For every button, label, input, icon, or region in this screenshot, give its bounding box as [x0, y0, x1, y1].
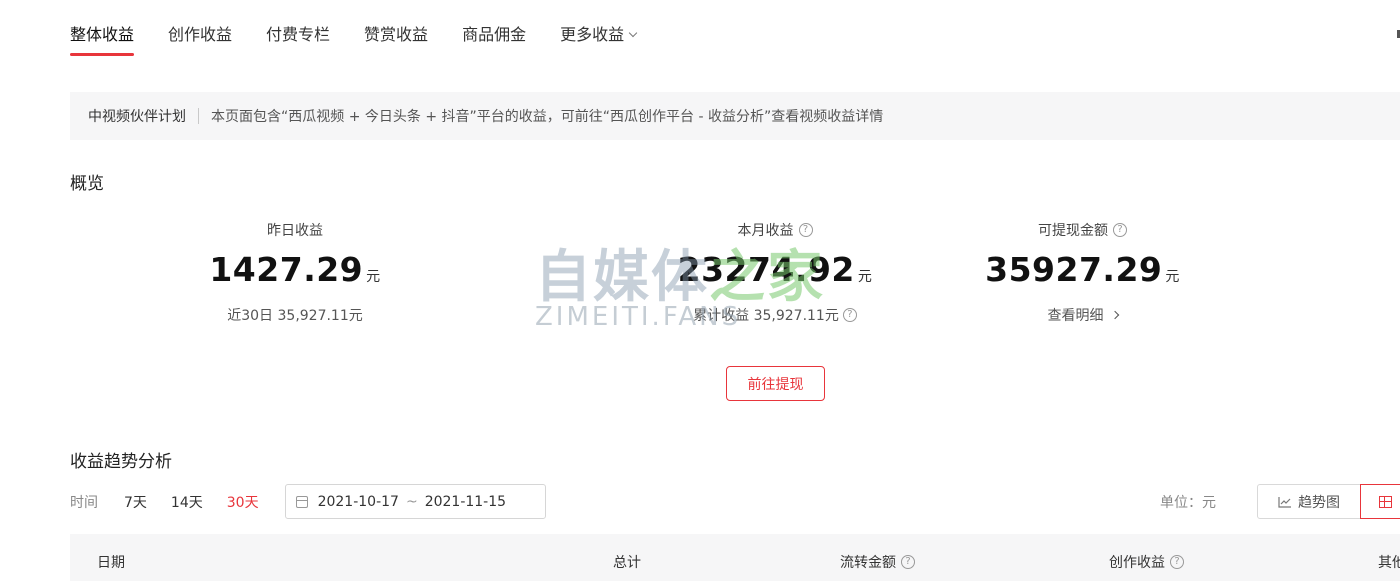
stat-yesterday-number: 1427.29: [209, 250, 364, 289]
column-transfer-label: 流转金额: [840, 555, 896, 571]
tab-creation-income[interactable]: 创作收益: [168, 18, 232, 58]
tab-paid-column[interactable]: 付费专栏: [266, 18, 330, 58]
column-other-label: 其他: [1378, 555, 1400, 571]
stat-withdrawable-number: 35927.29: [985, 250, 1163, 289]
notice-bar: 中视频伙伴计划 本页面包含“西瓜视频 + 今日头条 + 抖音”平台的收益，可前往…: [70, 92, 1400, 140]
help-icon[interactable]: ?: [901, 555, 915, 569]
range-7-days[interactable]: 7天: [124, 492, 147, 512]
trend-chart-label: 趋势图: [1298, 494, 1340, 511]
help-icon[interactable]: ?: [798, 223, 813, 237]
withdraw-button[interactable]: 前往提现: [726, 366, 825, 401]
stat-month-number: 23274.92: [677, 250, 855, 289]
chevron-right-icon: [1110, 310, 1119, 320]
stat-yesterday-value: 1427.29 元: [200, 250, 390, 297]
stat-withdrawable-label-text: 可提现金额: [1038, 223, 1108, 239]
column-total-label: 总计: [613, 555, 641, 571]
tab-product-commission[interactable]: 商品佣金: [462, 18, 526, 58]
time-filter: 时间 7天 14天 30天 2021-10-17 ~ 2021-11-15: [70, 484, 546, 519]
view-details-label: 查看明细: [1047, 308, 1104, 324]
stat-month-label-text: 本月收益: [737, 223, 794, 239]
column-total: 总计: [613, 552, 641, 572]
stat-yesterday-label-text: 昨日收益: [267, 223, 323, 239]
overview-title: 概览: [70, 174, 104, 194]
table-view-button[interactable]: [1360, 484, 1400, 519]
help-icon[interactable]: ?: [842, 308, 857, 322]
date-start: 2021-10-17: [317, 493, 399, 510]
date-separator: ~: [405, 493, 418, 510]
range-30-days[interactable]: 30天: [227, 492, 259, 512]
column-date: 日期: [97, 552, 125, 572]
range-14-days[interactable]: 14天: [171, 492, 203, 512]
stat-withdrawable-label: 可提现金额?: [975, 220, 1190, 240]
stat-month-unit: 元: [857, 269, 873, 285]
trend-title: 收益趋势分析: [70, 452, 172, 472]
income-tabs: 整体收益 创作收益 付费专栏 赞赏收益 商品佣金 更多收益: [70, 18, 670, 60]
notice-divider: [198, 108, 199, 124]
help-icon[interactable]: ?: [1113, 223, 1127, 237]
date-end: 2021-11-15: [424, 493, 507, 510]
income-table-header: 日期 总计 流转金额? 创作收益? 其他: [70, 534, 1400, 581]
time-label: 时间: [70, 494, 98, 511]
notice-text: 本页面包含“西瓜视频 + 今日头条 + 抖音”平台的收益，可前往“西瓜创作平台 …: [211, 109, 884, 125]
column-transfer-amount: 流转金额?: [840, 552, 915, 572]
stat-withdrawable-unit: 元: [1165, 269, 1180, 285]
tab-more-income-label: 更多收益: [560, 25, 625, 44]
tab-tips-income[interactable]: 赞赏收益: [364, 18, 428, 58]
table-icon: [1378, 495, 1392, 508]
chevron-down-icon: [628, 28, 638, 38]
stat-month-label: 本月收益?: [665, 220, 885, 240]
stat-yesterday-label: 昨日收益: [200, 220, 390, 240]
stat-month-value: 23274.92 元: [665, 250, 885, 297]
tab-more-income[interactable]: 更多收益: [560, 18, 638, 58]
column-other: 其他: [1378, 552, 1400, 572]
column-creation-label: 创作收益: [1109, 555, 1165, 571]
column-date-label: 日期: [97, 555, 125, 571]
stat-yesterday: 昨日收益 1427.29 元 近30日 35,927.11元: [200, 220, 390, 325]
trend-chart-icon: [1278, 496, 1291, 508]
stat-month: 本月收益? 23274.92 元 累计收益 35,927.11元?: [665, 220, 885, 325]
stat-yesterday-sub: 近30日 35,927.11元: [227, 308, 363, 324]
date-range-picker[interactable]: 2021-10-17 ~ 2021-11-15: [284, 484, 546, 519]
tab-overall-income[interactable]: 整体收益: [70, 18, 135, 58]
view-details-link[interactable]: 查看明细: [975, 305, 1190, 325]
notice-tag: 中视频伙伴计划: [88, 109, 186, 125]
calendar-icon: [295, 495, 308, 508]
stat-month-sub-text: 累计收益 35,927.11元: [693, 308, 839, 324]
stat-month-sub: 累计收益 35,927.11元?: [665, 305, 885, 325]
stat-withdrawable-value: 35927.29 元: [975, 250, 1190, 297]
trend-chart-button[interactable]: 趋势图: [1257, 484, 1361, 519]
column-creation-income: 创作收益?: [1109, 552, 1184, 572]
stat-yesterday-unit: 元: [366, 269, 381, 285]
unit-label: 单位：元: [1160, 495, 1216, 511]
stat-withdrawable: 可提现金额? 35927.29 元 查看明细: [975, 220, 1190, 325]
help-icon[interactable]: ?: [1170, 555, 1184, 569]
